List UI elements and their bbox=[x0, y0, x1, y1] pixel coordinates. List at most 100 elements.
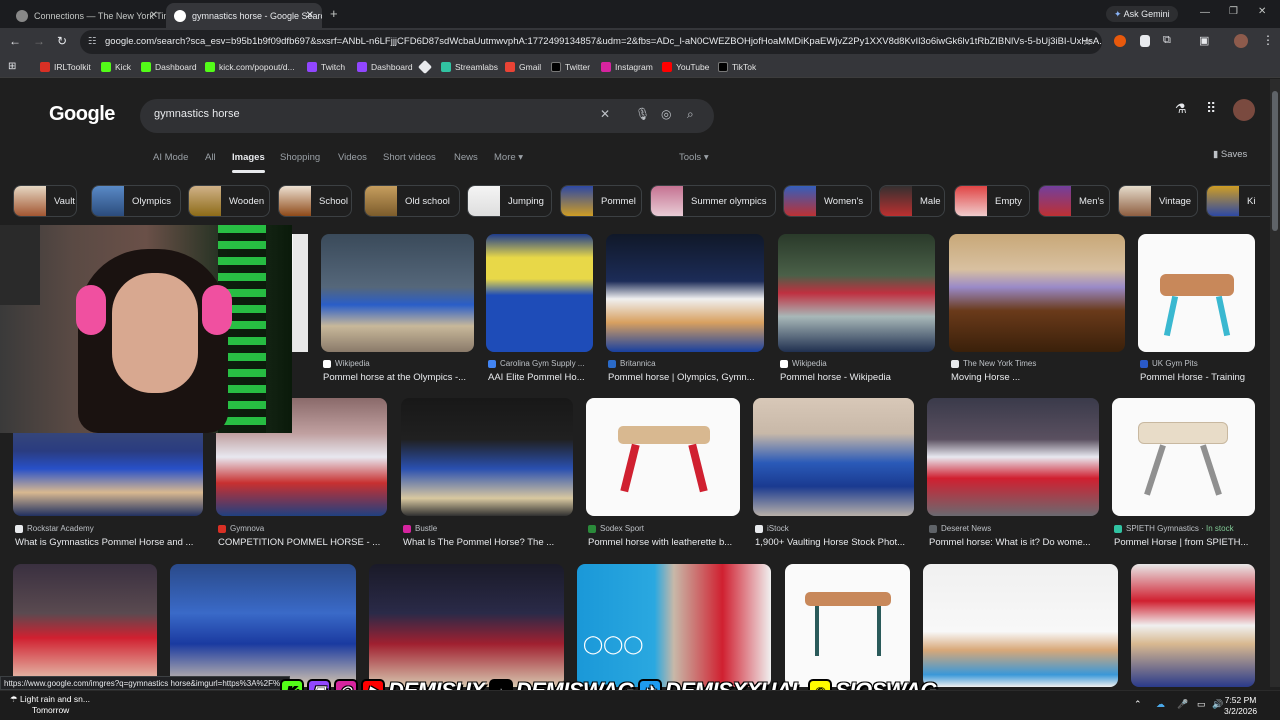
result-title[interactable]: AAI Elite Pommel Ho... bbox=[488, 372, 595, 383]
result-title[interactable]: What is Gymnastics Pommel Horse and ... bbox=[15, 537, 205, 548]
image-result[interactable]: UK Gym Pits Pommel Horse - Training bbox=[1138, 234, 1256, 384]
chip-empty[interactable]: Empty bbox=[954, 185, 1030, 217]
chip-womens[interactable]: Women's bbox=[783, 185, 872, 217]
image-result[interactable]: iStock 1,900+ Vaulting Horse Stock Phot.… bbox=[753, 398, 915, 550]
tools-button[interactable]: Tools ▾ bbox=[679, 152, 709, 163]
bookmark-gmail[interactable]: Gmail bbox=[505, 56, 541, 78]
chip-vintage[interactable]: Vintage bbox=[1118, 185, 1198, 217]
chip-vault[interactable]: Vault bbox=[13, 185, 77, 217]
search-icon[interactable]: ⌕ bbox=[687, 107, 694, 122]
volume-icon[interactable]: 🔊 bbox=[1212, 699, 1223, 710]
result-source[interactable]: SPIETH Gymnastics · In stock bbox=[1114, 524, 1234, 533]
address-bar[interactable]: ☷ google.com/search?sca_esv=b95b1b9f09df… bbox=[80, 30, 1102, 54]
image-result[interactable]: Deseret News Pommel horse: What is it? D… bbox=[927, 398, 1100, 550]
close-tab-icon[interactable]: ✕ bbox=[306, 10, 314, 21]
google-apps-icon[interactable]: ⠿ bbox=[1206, 100, 1216, 117]
bookmark-kick-popout[interactable]: kick.com/popout/d... bbox=[205, 56, 295, 78]
image-result[interactable]: Wikipedia Pommel horse at the Olympics -… bbox=[321, 234, 475, 384]
bookmark-tiktok[interactable]: TikTok bbox=[718, 56, 756, 78]
result-source[interactable]: Deseret News bbox=[929, 524, 991, 533]
result-title[interactable]: Pommel horse - Wikipedia bbox=[780, 372, 937, 383]
reload-icon[interactable]: ↻ bbox=[57, 34, 67, 48]
ask-gemini-button[interactable]: ✦ Ask Gemini bbox=[1106, 6, 1178, 22]
image-result[interactable]: Carolina Gym Supply ... AAI Elite Pommel… bbox=[486, 234, 593, 384]
image-result[interactable]: ◯◯◯ bbox=[577, 564, 772, 687]
taskbar-clock[interactable]: 7:52 PM 3/2/2026 bbox=[1224, 695, 1257, 717]
image-result[interactable]: Bustle What Is The Pommel Horse? The ... bbox=[401, 398, 574, 550]
weather-widget[interactable]: ☂ Light rain and sn... Tomorrow bbox=[10, 694, 90, 716]
bookmark-instagram[interactable]: Instagram bbox=[601, 56, 653, 78]
bookmark-dashboard-twitch[interactable]: Dashboard bbox=[357, 56, 413, 78]
site-info-icon[interactable]: ☷ bbox=[88, 30, 97, 54]
result-image[interactable] bbox=[949, 234, 1125, 352]
result-title[interactable]: Pommel Horse | from SPIETH... bbox=[1114, 537, 1257, 548]
bookmark-youtube[interactable]: YouTube bbox=[662, 56, 709, 78]
close-window-icon[interactable]: ✕ bbox=[1258, 6, 1266, 17]
result-image[interactable] bbox=[778, 234, 935, 352]
google-logo[interactable]: Google bbox=[49, 103, 115, 126]
new-tab-button[interactable]: + bbox=[330, 6, 338, 21]
bookmark-unnamed[interactable] bbox=[417, 56, 434, 78]
tray-chevron-up-icon[interactable]: ⌃ bbox=[1134, 699, 1142, 710]
extensions-puzzle-icon[interactable]: ⧉ bbox=[1163, 34, 1171, 47]
restore-icon[interactable]: ❐ bbox=[1229, 6, 1238, 17]
chip-male[interactable]: Male bbox=[879, 185, 945, 217]
bookmark-star-icon[interactable]: ☆ bbox=[1082, 35, 1092, 48]
tab-news[interactable]: News bbox=[454, 152, 478, 163]
chip-pommel[interactable]: Pommel bbox=[560, 185, 642, 217]
account-avatar[interactable] bbox=[1233, 99, 1255, 121]
result-title[interactable]: Pommel Horse - Training bbox=[1140, 372, 1257, 383]
page-scrollbar[interactable] bbox=[1270, 79, 1280, 687]
bookmark-streamlabs[interactable]: Streamlabs bbox=[441, 56, 498, 78]
search-box[interactable]: gymnastics horse ✕ 🎙 ◎ ⌕ bbox=[140, 99, 714, 133]
result-image[interactable] bbox=[1112, 398, 1255, 516]
result-image[interactable] bbox=[369, 564, 564, 687]
result-title[interactable]: Pommel horse | Olympics, Gymn... bbox=[608, 372, 766, 383]
browser-menu-icon[interactable]: ⋮ bbox=[1262, 33, 1274, 47]
result-title[interactable]: 1,900+ Vaulting Horse Stock Phot... bbox=[755, 537, 916, 548]
image-result[interactable] bbox=[923, 564, 1119, 687]
bookmark-twitch[interactable]: Twitch bbox=[307, 56, 345, 78]
result-title[interactable]: What Is The Pommel Horse? The ... bbox=[403, 537, 575, 548]
partial-result-image[interactable] bbox=[293, 234, 308, 352]
result-image[interactable] bbox=[927, 398, 1099, 516]
clear-search-icon[interactable]: ✕ bbox=[600, 107, 610, 121]
chip-jumping[interactable]: Jumping bbox=[467, 185, 552, 217]
side-panel-icon[interactable]: ▣ bbox=[1199, 34, 1209, 47]
labs-flask-icon[interactable]: ⚗ bbox=[1175, 101, 1187, 117]
result-source[interactable]: Britannica bbox=[608, 359, 656, 368]
result-title[interactable]: Moving Horse ... bbox=[951, 372, 1127, 383]
onedrive-icon[interactable]: ☁ bbox=[1156, 699, 1165, 710]
extension-icon[interactable] bbox=[1114, 35, 1126, 47]
lens-camera-icon[interactable]: ◎ bbox=[661, 107, 671, 121]
chip-wooden[interactable]: Wooden bbox=[188, 185, 270, 217]
browser-tab-google[interactable]: gymnastics horse - Google Search ✕ bbox=[166, 3, 322, 28]
profile-avatar[interactable] bbox=[1234, 34, 1248, 48]
result-source[interactable]: Bustle bbox=[403, 524, 437, 533]
result-source[interactable]: Wikipedia bbox=[780, 359, 827, 368]
bookmark-dashboard-kick[interactable]: Dashboard bbox=[141, 56, 197, 78]
image-result[interactable] bbox=[785, 564, 911, 687]
tab-shopping[interactable]: Shopping bbox=[280, 152, 320, 163]
bookmark-kick[interactable]: Kick bbox=[101, 56, 131, 78]
result-image[interactable] bbox=[401, 398, 573, 516]
microphone-tray-icon[interactable]: 🎤 bbox=[1177, 699, 1188, 710]
result-image[interactable] bbox=[321, 234, 474, 352]
chip-mens[interactable]: Men's bbox=[1038, 185, 1110, 217]
result-source[interactable]: Wikipedia bbox=[323, 359, 370, 368]
tab-more[interactable]: More ▾ bbox=[494, 152, 523, 163]
tab-short-videos[interactable]: Short videos bbox=[383, 152, 436, 163]
result-source[interactable]: The New York Times bbox=[951, 359, 1036, 368]
result-image[interactable] bbox=[753, 398, 914, 516]
image-result[interactable] bbox=[13, 564, 158, 687]
back-arrow-icon[interactable]: ← bbox=[9, 34, 21, 48]
result-image[interactable] bbox=[1131, 564, 1255, 687]
chip-olympics[interactable]: Olympics bbox=[91, 185, 181, 217]
image-result[interactable] bbox=[170, 564, 357, 687]
result-image[interactable] bbox=[923, 564, 1118, 687]
tab-ai-mode[interactable]: AI Mode bbox=[153, 152, 188, 163]
tab-videos[interactable]: Videos bbox=[338, 152, 367, 163]
result-image[interactable] bbox=[170, 564, 356, 687]
tab-images[interactable]: Images bbox=[232, 152, 265, 173]
result-source[interactable]: Carolina Gym Supply ... bbox=[488, 359, 584, 368]
